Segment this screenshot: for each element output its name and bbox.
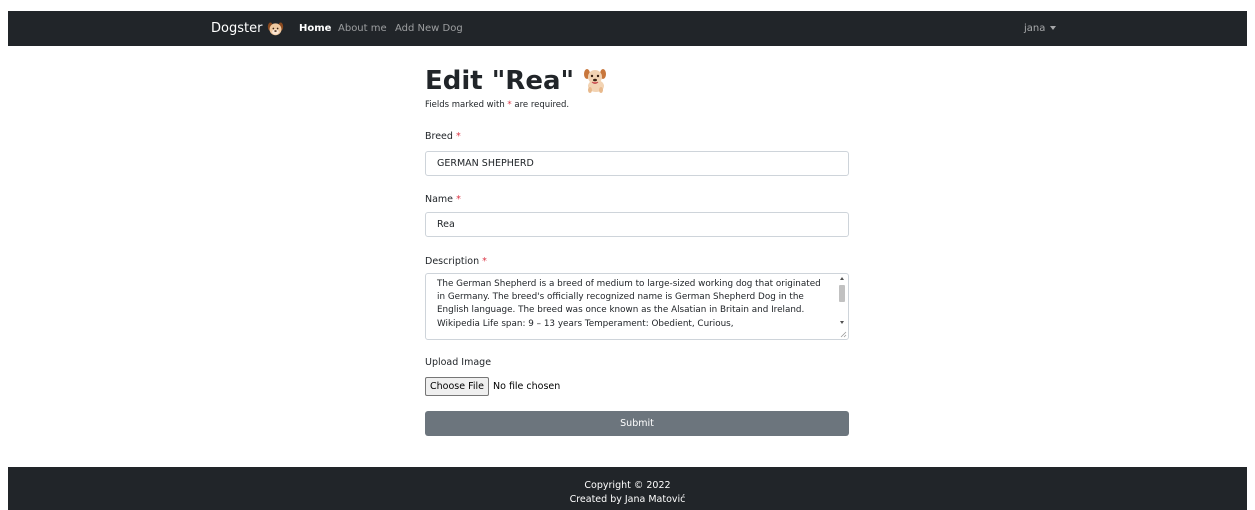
page-title-row: Edit "Rea" [425, 64, 610, 98]
description-scrollbar[interactable] [837, 275, 847, 338]
scroll-down-icon[interactable] [840, 321, 844, 324]
choose-file-button[interactable]: Choose File [425, 376, 489, 396]
credit-text: Created by Jana Matović [569, 494, 686, 505]
nav-link-about-me[interactable]: About me [338, 11, 387, 46]
user-name: jana [1024, 23, 1046, 34]
dog-icon [584, 69, 607, 93]
name-label: Name * [425, 194, 461, 205]
brand-link[interactable]: Dogster [211, 11, 284, 46]
top-navbar: Dogster Home About me Add New Dog jana [8, 11, 1247, 46]
nav-link-home[interactable]: Home [299, 11, 331, 46]
description-textarea[interactable]: The German Shepherd is a breed of medium… [425, 273, 849, 340]
required-star: * [456, 194, 461, 205]
nav-link-add-new-dog[interactable]: Add New Dog [395, 11, 463, 46]
user-menu-toggle[interactable]: jana [1024, 11, 1057, 46]
file-input[interactable]: Choose File No file chosen [425, 376, 560, 396]
name-label-text: Name [425, 194, 454, 205]
brand-name: Dogster [211, 21, 263, 36]
name-input[interactable]: Rea [425, 212, 849, 237]
scrollbar-thumb[interactable] [839, 285, 845, 302]
scroll-up-icon[interactable] [840, 277, 844, 280]
page-title: Edit "Rea" [425, 66, 575, 96]
required-fields-hint: Fields marked with * are required. [425, 100, 569, 110]
footer: Copyright © 2022 Created by Jana Matović [8, 467, 1247, 510]
description-label: Description * [425, 256, 487, 267]
description-label-text: Description [425, 256, 480, 267]
breed-label: Breed * [425, 131, 461, 142]
caret-down-icon [1050, 26, 1057, 30]
resize-grip-icon[interactable] [839, 330, 847, 338]
hint-text: Fields marked with [425, 100, 508, 110]
breed-input[interactable]: GERMAN SHEPHERD [425, 151, 849, 176]
required-star: * [455, 131, 461, 142]
file-status: No file chosen [493, 380, 561, 392]
hint-text-end: are required. [511, 100, 570, 110]
upload-image-label: Upload Image [425, 357, 492, 368]
breed-label-text: Breed [425, 131, 453, 142]
dog-face-icon [268, 22, 284, 36]
required-star: * [482, 256, 487, 267]
copyright-text: Copyright © 2022 [584, 480, 671, 491]
submit-button[interactable]: Submit [425, 411, 849, 436]
